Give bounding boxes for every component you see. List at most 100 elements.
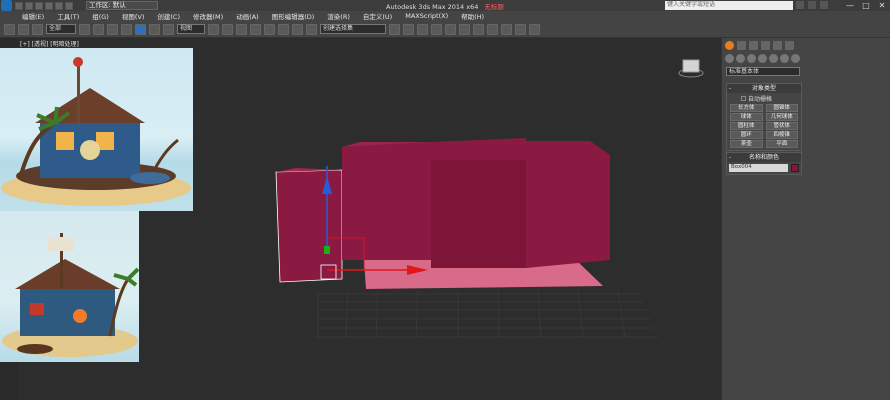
app-logo-icon[interactable] bbox=[1, 0, 12, 11]
selection-filter-dropdown[interactable]: 全部 bbox=[46, 24, 76, 34]
align-icon[interactable] bbox=[403, 23, 414, 35]
modify-tab-icon[interactable] bbox=[737, 41, 746, 50]
viewcube-icon[interactable] bbox=[682, 59, 700, 73]
motion-tab-icon[interactable] bbox=[761, 41, 770, 50]
angle-snap-icon[interactable] bbox=[264, 23, 275, 35]
autogrid-checkbox[interactable]: 自动栅格 bbox=[727, 93, 801, 104]
box-button[interactable]: 长方体 bbox=[730, 104, 763, 112]
rendered-frame-icon[interactable] bbox=[501, 23, 512, 35]
render-iterative-icon[interactable] bbox=[529, 23, 540, 35]
search-input[interactable]: 键入关键字或短语 bbox=[665, 1, 793, 10]
select-and-rotate-icon[interactable] bbox=[149, 23, 160, 35]
layer-explorer-icon[interactable] bbox=[417, 23, 428, 35]
workspace-dropdown[interactable]: 工作区: 默认 bbox=[86, 1, 158, 10]
link-icon[interactable] bbox=[4, 23, 15, 35]
save-file-icon[interactable] bbox=[35, 1, 43, 10]
menu-views[interactable]: 视图(V) bbox=[122, 11, 145, 21]
render-production-icon[interactable] bbox=[515, 23, 526, 35]
schematic-view-icon[interactable] bbox=[459, 23, 470, 35]
graphite-ribbon-icon[interactable] bbox=[431, 23, 442, 35]
named-selection-dropdown[interactable]: 创建选择集 bbox=[320, 24, 386, 34]
tube-button[interactable]: 管状体 bbox=[765, 122, 798, 130]
geosphere-button[interactable]: 几何球体 bbox=[765, 113, 798, 121]
object-color-swatch[interactable] bbox=[791, 164, 799, 172]
home-grid bbox=[314, 289, 658, 339]
open-file-icon[interactable] bbox=[25, 1, 33, 10]
edit-named-selection-icon[interactable] bbox=[306, 23, 317, 35]
material-editor-icon[interactable] bbox=[473, 23, 484, 35]
spinner-snap-icon[interactable] bbox=[292, 23, 303, 35]
menu-create[interactable]: 创建(C) bbox=[157, 11, 180, 21]
undo-icon[interactable] bbox=[45, 1, 53, 10]
cylinder-button[interactable]: 圆柱体 bbox=[730, 122, 763, 130]
redo-icon[interactable] bbox=[55, 1, 63, 10]
snaps-toggle-icon[interactable] bbox=[250, 23, 261, 35]
systems-icon[interactable] bbox=[791, 54, 800, 63]
reference-coordinate-dropdown[interactable]: 视图 bbox=[177, 24, 205, 34]
menu-customize[interactable]: 自定义(U) bbox=[363, 11, 392, 21]
keyboard-shortcut-override-icon[interactable] bbox=[236, 23, 247, 35]
pyramid-button[interactable]: 四棱锥 bbox=[765, 131, 798, 139]
sphere-button[interactable]: 球体 bbox=[730, 113, 763, 121]
mirror-icon[interactable] bbox=[389, 23, 400, 35]
cameras-icon[interactable] bbox=[758, 54, 767, 63]
box-center-front bbox=[431, 160, 526, 268]
menu-maxscript[interactable]: MAXScript(X) bbox=[405, 12, 448, 20]
hierarchy-tab-icon[interactable] bbox=[749, 41, 758, 50]
menu-tools[interactable]: 工具(T) bbox=[57, 11, 79, 21]
primitive-category-dropdown[interactable]: 标准基本体 bbox=[726, 67, 800, 76]
object-name-field[interactable]: Box004 bbox=[729, 164, 789, 172]
teapot-button[interactable]: 茶壶 bbox=[730, 140, 763, 148]
select-object-icon[interactable] bbox=[79, 23, 90, 35]
rectangular-selection-icon[interactable] bbox=[107, 23, 118, 35]
pivot-center-icon[interactable] bbox=[208, 23, 219, 35]
gizmo-y-handle[interactable] bbox=[324, 246, 330, 254]
hold-icon[interactable] bbox=[65, 1, 73, 10]
box-right[interactable] bbox=[526, 141, 610, 268]
new-file-icon[interactable] bbox=[15, 1, 23, 10]
object-type-rollout: - 对象类型 自动栅格 长方体 圆锥体 球体 几何球体 圆柱体 管状体 圆环 四棱… bbox=[726, 83, 802, 151]
main-toolbar: 全部 视图 创建选择集 bbox=[0, 21, 890, 38]
maximize-button[interactable]: □ bbox=[858, 0, 874, 11]
box-back-left[interactable] bbox=[342, 142, 431, 260]
cone-button[interactable]: 圆锥体 bbox=[765, 104, 798, 112]
menu-help[interactable]: 帮助(H) bbox=[461, 11, 484, 21]
lights-icon[interactable] bbox=[747, 54, 756, 63]
helpers-icon[interactable] bbox=[769, 54, 778, 63]
geometry-icon[interactable] bbox=[725, 54, 734, 63]
menu-graph-editors[interactable]: 图形编辑器(D) bbox=[272, 11, 315, 21]
menu-rendering[interactable]: 渲染(R) bbox=[327, 11, 350, 21]
plane-button[interactable]: 平面 bbox=[765, 140, 798, 148]
close-button[interactable]: ✕ bbox=[874, 0, 890, 11]
percent-snap-icon[interactable] bbox=[278, 23, 289, 35]
menu-edit[interactable]: 编辑(E) bbox=[22, 11, 44, 21]
menu-modifiers[interactable]: 修改器(M) bbox=[193, 11, 223, 21]
utilities-tab-icon[interactable] bbox=[785, 41, 794, 50]
star-icon[interactable] bbox=[808, 1, 816, 9]
select-and-scale-icon[interactable] bbox=[163, 23, 174, 35]
reference-image-bottom bbox=[0, 211, 139, 362]
autogrid-check-icon[interactable] bbox=[741, 96, 746, 101]
curve-editor-icon[interactable] bbox=[445, 23, 456, 35]
create-tab-icon[interactable] bbox=[725, 41, 734, 50]
minimize-button[interactable]: — bbox=[842, 0, 858, 11]
menu-animation[interactable]: 动画(A) bbox=[236, 11, 259, 21]
quick-access-toolbar bbox=[15, 1, 73, 10]
select-and-move-icon[interactable] bbox=[135, 23, 146, 35]
select-and-manipulate-icon[interactable] bbox=[222, 23, 233, 35]
space-warps-icon[interactable] bbox=[780, 54, 789, 63]
binoculars-icon[interactable] bbox=[796, 1, 804, 9]
render-setup-icon[interactable] bbox=[487, 23, 498, 35]
display-tab-icon[interactable] bbox=[773, 41, 782, 50]
shapes-icon[interactable] bbox=[736, 54, 745, 63]
infocenter-icons bbox=[796, 1, 828, 9]
window-crossing-icon[interactable] bbox=[121, 23, 132, 35]
name-color-rollout-header[interactable]: - 名称和颜色 bbox=[727, 153, 801, 162]
menu-group[interactable]: 组(G) bbox=[92, 11, 109, 21]
help-icon[interactable] bbox=[820, 1, 828, 9]
select-by-name-icon[interactable] bbox=[93, 23, 104, 35]
bind-space-warp-icon[interactable] bbox=[32, 23, 43, 35]
torus-button[interactable]: 圆环 bbox=[730, 131, 763, 139]
unlink-icon[interactable] bbox=[18, 23, 29, 35]
object-type-rollout-header[interactable]: - 对象类型 bbox=[727, 84, 801, 93]
